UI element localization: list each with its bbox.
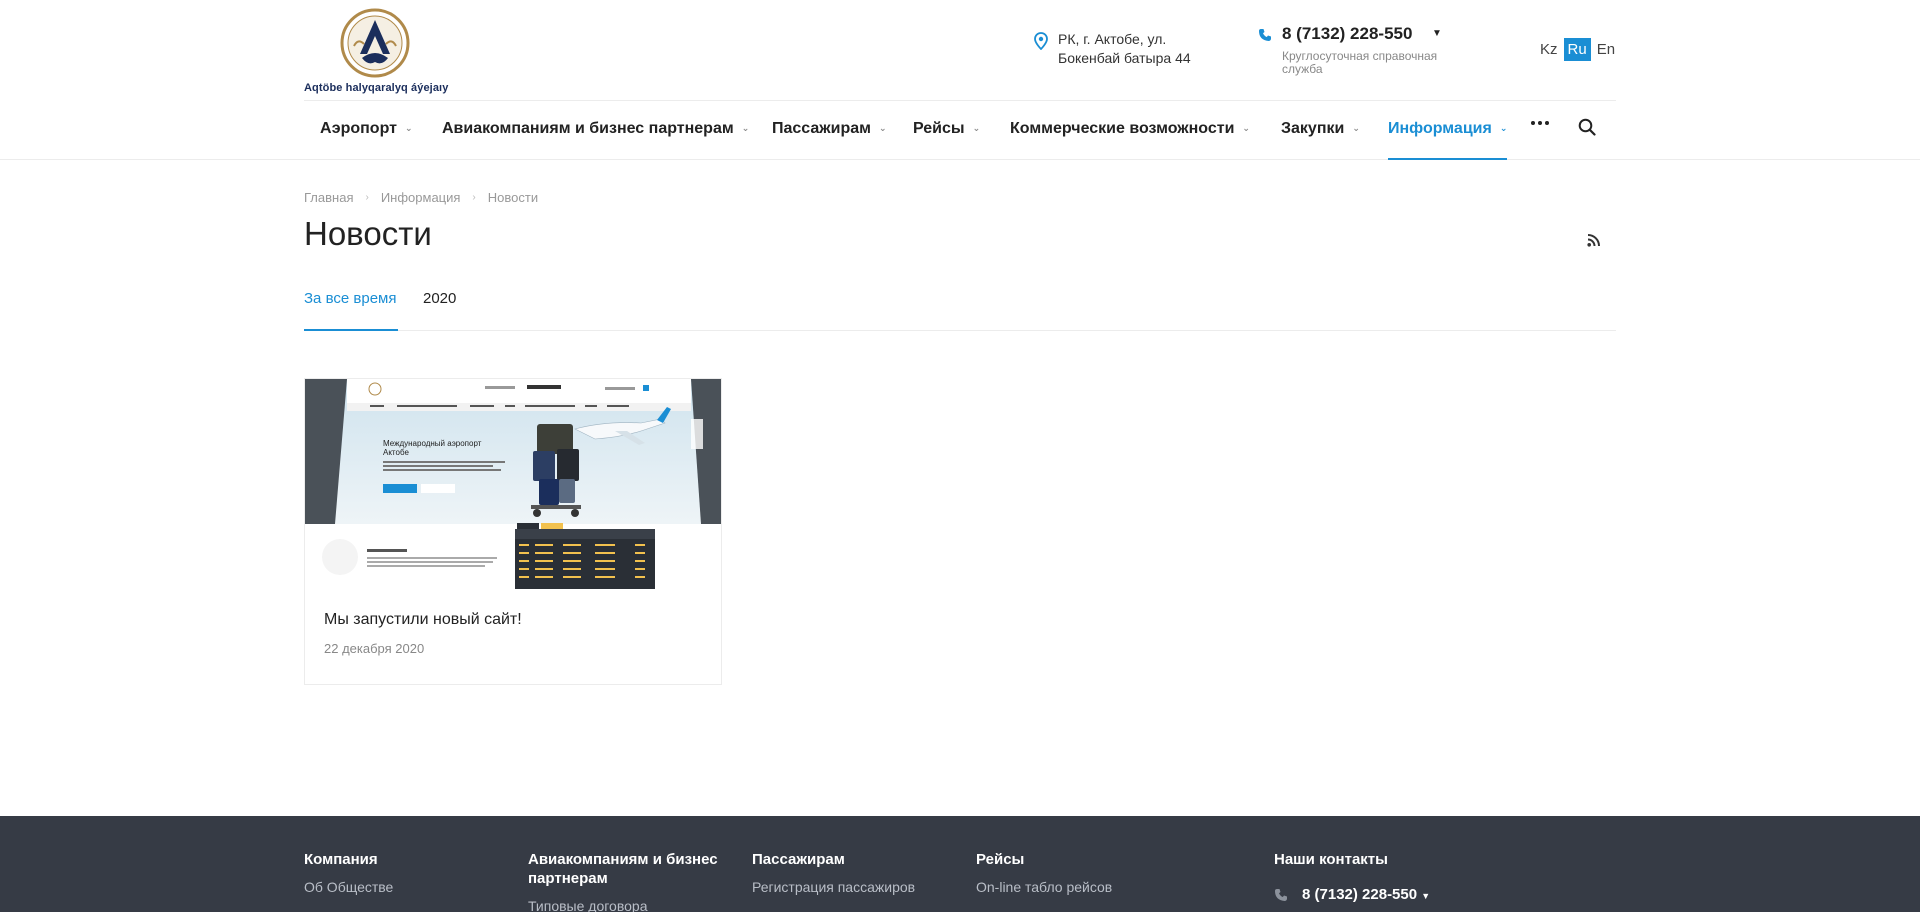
nav-item-flights[interactable]: Рейсы ⌄ <box>913 102 980 160</box>
nav-item-commercial[interactable]: Коммерческие возможности ⌄ <box>1010 102 1250 160</box>
nav-label: Информация <box>1388 120 1492 137</box>
rss-icon[interactable] <box>1587 233 1601 247</box>
lang-ru[interactable]: Ru <box>1563 38 1591 61</box>
nav-label: Закупки <box>1281 120 1345 137</box>
page-title: Новости <box>304 215 432 252</box>
phone-icon <box>1275 889 1287 901</box>
chevron-down-icon[interactable]: ▼ <box>1421 891 1430 901</box>
language-switcher: Kz Ru En <box>1536 38 1619 61</box>
footer-col-flights: Рейсы On-line табло рейсов <box>976 850 1176 895</box>
chevron-down-icon: ⌄ <box>1352 123 1360 133</box>
chevron-down-icon: ⌄ <box>972 123 981 133</box>
lang-kz[interactable]: Kz <box>1536 38 1562 61</box>
footer-phone-number[interactable]: 8 (7132) 228-550 <box>1302 886 1417 903</box>
chevron-down-icon: ⌄ <box>878 123 887 133</box>
breadcrumb: Главная › Информация › Новости <box>304 190 538 206</box>
chevron-down-icon: ⌄ <box>404 123 413 133</box>
footer-link[interactable]: Регистрация пассажиров <box>752 879 952 895</box>
footer-link[interactable]: Об Обществе <box>304 879 504 895</box>
breadcrumb-separator-icon: › <box>472 192 476 203</box>
footer-heading[interactable]: Компания <box>304 850 504 869</box>
footer-col-airlines: Авиакомпаниям и бизнес партнерам Типовые… <box>528 850 728 912</box>
logo-caption: Aqtöbe halyqaralyq áýejaıy <box>304 82 449 94</box>
nav-item-airport[interactable]: Аэропорт ⌄ <box>320 102 413 160</box>
nav-label: Рейсы <box>913 120 965 137</box>
search-icon[interactable] <box>1578 118 1596 136</box>
news-thumbnail[interactable]: Международный аэропорт Актобе <box>305 379 721 589</box>
phone-caption: Круглосуточная справочная служба <box>1282 49 1438 76</box>
tab-2020[interactable]: 2020 <box>423 290 456 331</box>
nav-divider <box>304 100 1616 101</box>
footer-heading[interactable]: Авиакомпаниям и бизнес партнерам <box>528 850 728 888</box>
address-line-2: Бокенбай батыра 44 <box>1058 50 1191 66</box>
footer-link[interactable]: On-line табло рейсов <box>976 879 1176 895</box>
address-line-1: РК, г. Актобе, ул. <box>1058 31 1167 47</box>
nav-label: Пассажирам <box>772 120 871 137</box>
thumb-heading-1: Международный аэропорт <box>383 439 482 448</box>
ellipsis-icon[interactable] <box>1530 120 1550 126</box>
nav-label: Аэропорт <box>320 120 397 137</box>
main-nav: Аэропорт ⌄ Авиакомпаниям и бизнес партнер… <box>304 102 1616 160</box>
site-footer: Компания Об Обществе Авиакомпаниям и биз… <box>0 816 1920 912</box>
footer-heading[interactable]: Рейсы <box>976 850 1176 869</box>
year-filter-tabs: За все время 2020 <box>304 290 1616 331</box>
news-title[interactable]: Мы запустили новый сайт! <box>324 611 522 629</box>
chevron-down-icon: ⌄ <box>741 123 750 133</box>
website-screenshot-image: Международный аэропорт Актобе <box>305 379 721 589</box>
nav-item-procurement[interactable]: Закупки ⌄ <box>1281 102 1360 160</box>
nav-label: Авиакомпаниям и бизнес партнерам <box>442 120 734 137</box>
footer-link[interactable]: Типовые договора <box>528 898 728 912</box>
breadcrumb-home[interactable]: Главная <box>304 190 353 206</box>
nav-item-passengers[interactable]: Пассажирам ⌄ <box>772 102 887 160</box>
news-date: 22 декабря 2020 <box>324 641 425 656</box>
footer-heading[interactable]: Пассажирам <box>752 850 952 869</box>
chevron-down-icon: ⌄ <box>1499 123 1508 133</box>
airport-logo[interactable]: Aqtöbe halyqaralyq áýejaıy <box>304 8 448 96</box>
footer-heading: Наши контакты <box>1274 851 1388 868</box>
breadcrumb-information[interactable]: Информация <box>381 190 461 206</box>
phone-number[interactable]: 8 (7132) 228-550 <box>1282 24 1412 44</box>
logo-emblem-icon <box>340 8 410 78</box>
phone-icon <box>1259 29 1271 41</box>
breadcrumb-separator-icon: › <box>365 192 369 203</box>
site-header: Aqtöbe halyqaralyq áýejaıy РК, г. Актобе… <box>0 0 1920 160</box>
footer-phone[interactable]: 8 (7132) 228-550 ▼ <box>1302 886 1430 903</box>
breadcrumb-current: Новости <box>487 190 539 205</box>
thumb-heading-2: Актобе <box>383 448 409 457</box>
chevron-down-icon: ⌄ <box>1242 123 1250 133</box>
footer-col-contacts: Наши контакты <box>1274 850 1474 869</box>
nav-item-airlines-partners[interactable]: Авиакомпаниям и бизнес партнерам ⌄ <box>442 102 749 160</box>
news-card[interactable]: Международный аэропорт Актобе Мы запусти… <box>304 378 722 685</box>
nav-item-information[interactable]: Информация ⌄ <box>1388 102 1508 160</box>
footer-col-passengers: Пассажирам Регистрация пассажиров <box>752 850 952 895</box>
phone-dropdown-caret-icon[interactable]: ▼ <box>1432 28 1442 39</box>
tab-all-time[interactable]: За все время <box>304 290 398 331</box>
map-pin-icon <box>1034 32 1048 50</box>
footer-col-company: Компания Об Обществе <box>304 850 504 895</box>
lang-en[interactable]: En <box>1593 38 1619 61</box>
nav-label: Коммерческие возможности <box>1010 120 1235 137</box>
